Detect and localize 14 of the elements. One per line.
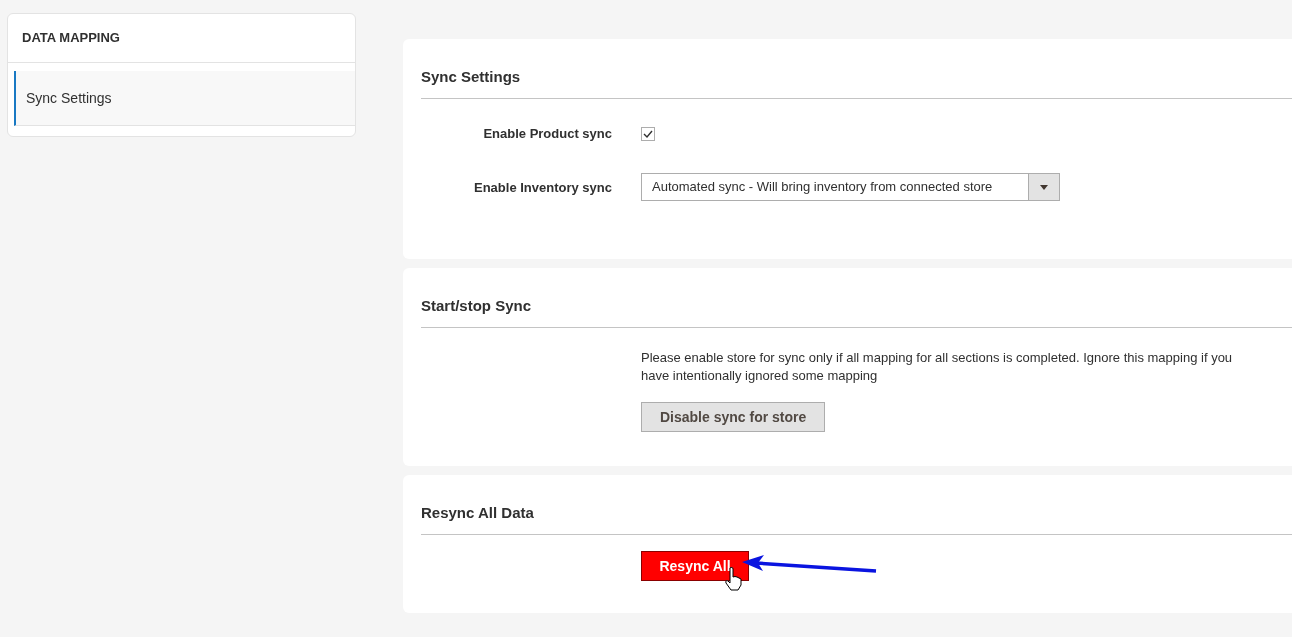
inventory-sync-select[interactable]: Automated sync - Will bring inventory from connected store [641, 173, 1060, 201]
sidebar-title: DATA MAPPING [22, 29, 120, 48]
resync-all-button[interactable]: Resync All [641, 551, 749, 581]
caret-icon [1040, 184, 1048, 190]
disable-sync-button[interactable]: Disable sync for store [641, 402, 826, 432]
check-icon [643, 129, 653, 139]
sidebar-item[interactable]: Sync Settings [14, 71, 355, 126]
section-title: Sync Settings [421, 68, 521, 85]
checkbox[interactable] [641, 127, 655, 141]
section-title: Resync All Data [421, 504, 534, 521]
sync-note: Please enable store for sync only if all mapping for all sections is completed. Ignore this mapping if you have intentionally ignored some mapping [641, 349, 1234, 385]
field-label: Enable Inventory sync [474, 180, 612, 195]
field-label: Enable Product sync [483, 126, 612, 141]
section-title: Start/stop Sync [421, 297, 532, 314]
